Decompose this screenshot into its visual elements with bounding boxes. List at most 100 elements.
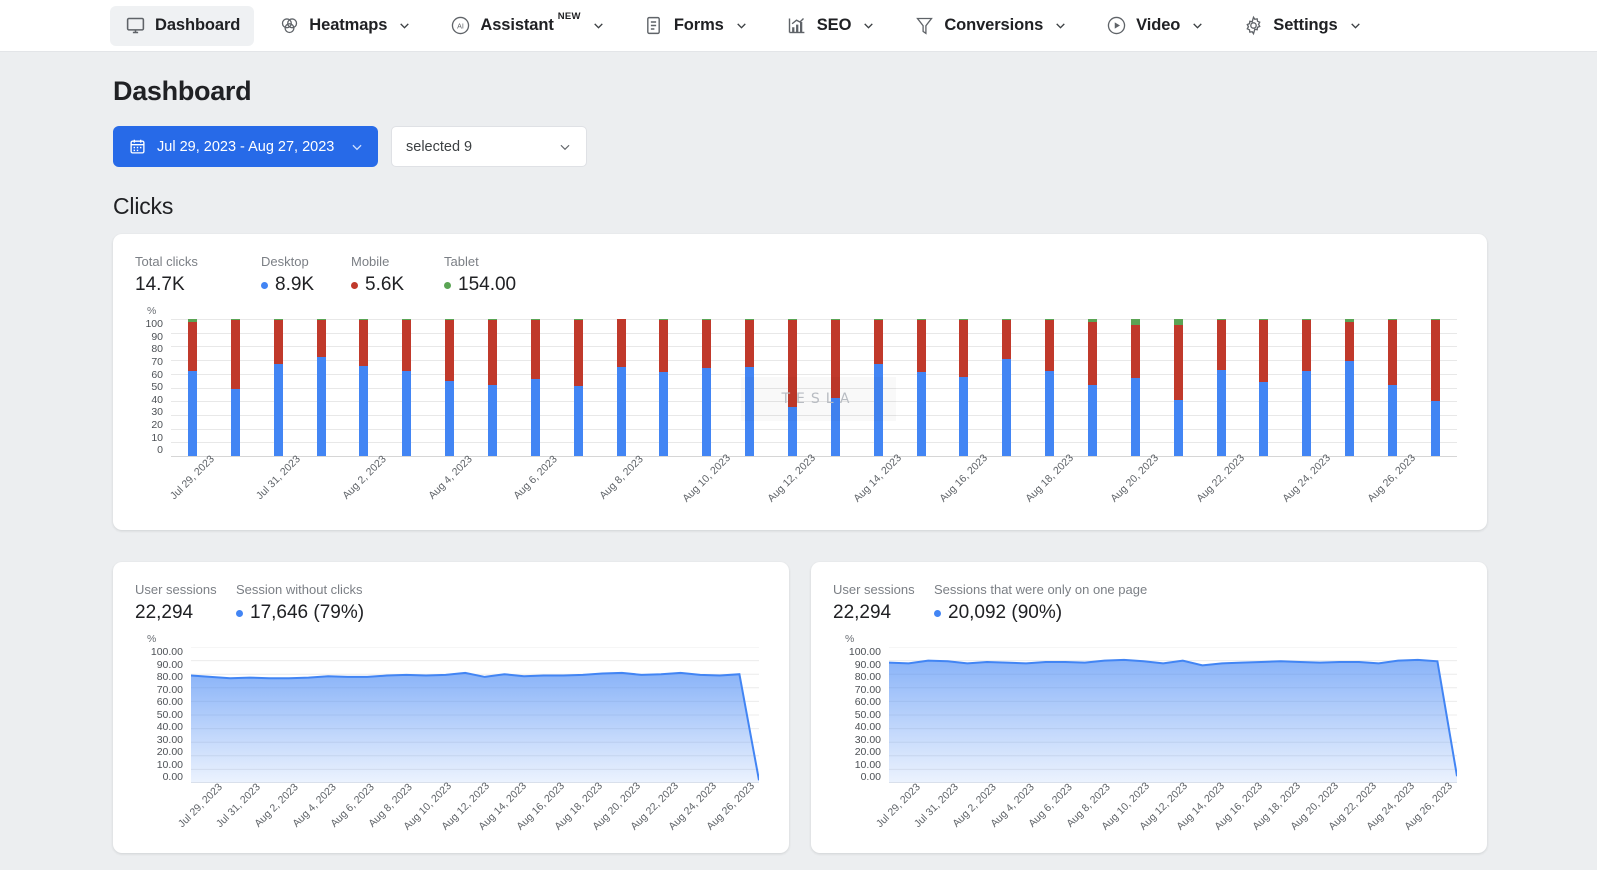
stacked-bar[interactable] [874,319,883,456]
monitor-icon [124,15,146,37]
stacked-bar[interactable] [1345,319,1354,456]
stacked-bar[interactable] [1217,319,1226,456]
x-tick-slot: Aug 26, 2023 [1419,787,1438,837]
bar-slot[interactable] [171,319,214,456]
stacked-bar[interactable] [1302,319,1311,456]
bar-slot[interactable] [1414,319,1457,456]
bar-segment-mobile [274,320,283,364]
stacked-bar[interactable] [1174,319,1183,456]
chevron-down-icon[interactable] [350,140,364,154]
bar-slot[interactable] [557,319,600,456]
bar-slot[interactable] [1328,319,1371,456]
bar-segment-desktop [574,386,583,456]
svg-text:AI: AI [457,23,464,31]
chevron-down-icon[interactable] [1191,19,1204,32]
stat-label: Total clicks [135,254,253,269]
bar-slot[interactable] [771,319,814,456]
stacked-bar[interactable] [402,319,411,456]
stacked-bar[interactable] [1259,319,1268,456]
bar-slot[interactable] [900,319,943,456]
bar-segment-mobile [445,320,454,380]
bar-slot[interactable] [642,319,685,456]
x-tick-slot: Aug 24, 2023 [1381,787,1400,837]
stacked-bar[interactable] [445,319,454,456]
nav-item-forms[interactable]: Forms [629,6,762,46]
chevron-down-icon[interactable] [398,19,411,32]
bar-slot[interactable] [385,319,428,456]
bar-slot[interactable] [685,319,728,456]
nav-item-video[interactable]: Video [1091,6,1218,46]
bar-segment-mobile [1088,322,1097,385]
x-tick-slot: Aug 14, 2023 [494,787,513,837]
stacked-bar[interactable] [1045,319,1054,456]
chevron-down-icon[interactable] [735,19,748,32]
stacked-bar[interactable] [359,319,368,456]
bar-segment-mobile [659,320,668,372]
stacked-bar[interactable] [274,319,283,456]
stacked-bar[interactable] [702,319,711,456]
stacked-bar[interactable] [659,319,668,456]
bar-slot[interactable] [428,319,471,456]
chevron-down-icon[interactable] [862,19,875,32]
chevron-down-icon[interactable] [558,140,572,154]
bar-slot[interactable] [514,319,557,456]
date-range-picker[interactable]: Jul 29, 2023 - Aug 27, 2023 [113,126,378,167]
bar-slot[interactable] [728,319,771,456]
bar-slot[interactable] [471,319,514,456]
stat-user-sessions: User sessions 22,294 [135,582,228,624]
y-tick: 40.00 [157,722,183,733]
stacked-bar[interactable] [1388,319,1397,456]
bar-slot[interactable] [1071,319,1114,456]
bar-slot[interactable] [1242,319,1285,456]
bar-slot[interactable] [214,319,257,456]
bar-slot[interactable] [1028,319,1071,456]
stacked-bar[interactable] [1131,319,1140,456]
nav-item-dashboard[interactable]: Dashboard [110,6,254,46]
stacked-bar[interactable] [745,319,754,456]
stacked-bar[interactable] [959,319,968,456]
x-tick-slot: Aug 8, 2023 [600,459,643,514]
x-tick-slot: Aug 12, 2023 [771,459,814,514]
chevron-down-icon[interactable] [1054,19,1067,32]
stacked-bar[interactable] [317,319,326,456]
stacked-bar[interactable] [831,319,840,456]
bar-slot[interactable] [857,319,900,456]
bar-segment-desktop [1002,359,1011,456]
bar-slot[interactable] [814,319,857,456]
stacked-bar[interactable] [1002,319,1011,456]
stacked-bar[interactable] [574,319,583,456]
bar-slot[interactable] [600,319,643,456]
site-selector-dropdown[interactable]: selected 9 [391,126,587,167]
bar-slot[interactable] [257,319,300,456]
stacked-bar[interactable] [188,319,197,456]
chevron-down-icon[interactable] [592,19,605,32]
stacked-bar[interactable] [231,319,240,456]
bar-slot[interactable] [942,319,985,456]
bar-slot[interactable] [342,319,385,456]
stacked-bar[interactable] [1431,319,1440,456]
bar-segment-mobile [359,320,368,365]
nav-item-settings[interactable]: Settings [1228,6,1375,46]
stacked-bar[interactable] [788,319,797,456]
bar-slot[interactable] [1114,319,1157,456]
nav-item-heatmaps[interactable]: Heatmaps [264,6,425,46]
stacked-bar[interactable] [917,319,926,456]
bar-slot[interactable] [1285,319,1328,456]
chevron-down-icon[interactable] [1349,19,1362,32]
stacked-bar[interactable] [531,319,540,456]
bar-slot[interactable] [1157,319,1200,456]
stacked-bar[interactable] [488,319,497,456]
bar-slot[interactable] [300,319,343,456]
nav-item-assistant[interactable]: AI Assistant NEW [435,6,618,46]
bar-slot[interactable] [1200,319,1243,456]
bar-slot[interactable] [985,319,1028,456]
bar-slot[interactable] [1371,319,1414,456]
nav-item-seo[interactable]: SEO [772,6,890,46]
nav-label: Heatmaps [309,16,387,35]
area-fill [889,660,1457,783]
stacked-bar[interactable] [1088,319,1097,456]
x-tick-slot: Aug 22, 2023 [1344,787,1363,837]
nav-item-conversions[interactable]: Conversions [899,6,1081,46]
section-title-clicks: Clicks [113,193,1487,220]
stacked-bar[interactable] [617,319,626,456]
